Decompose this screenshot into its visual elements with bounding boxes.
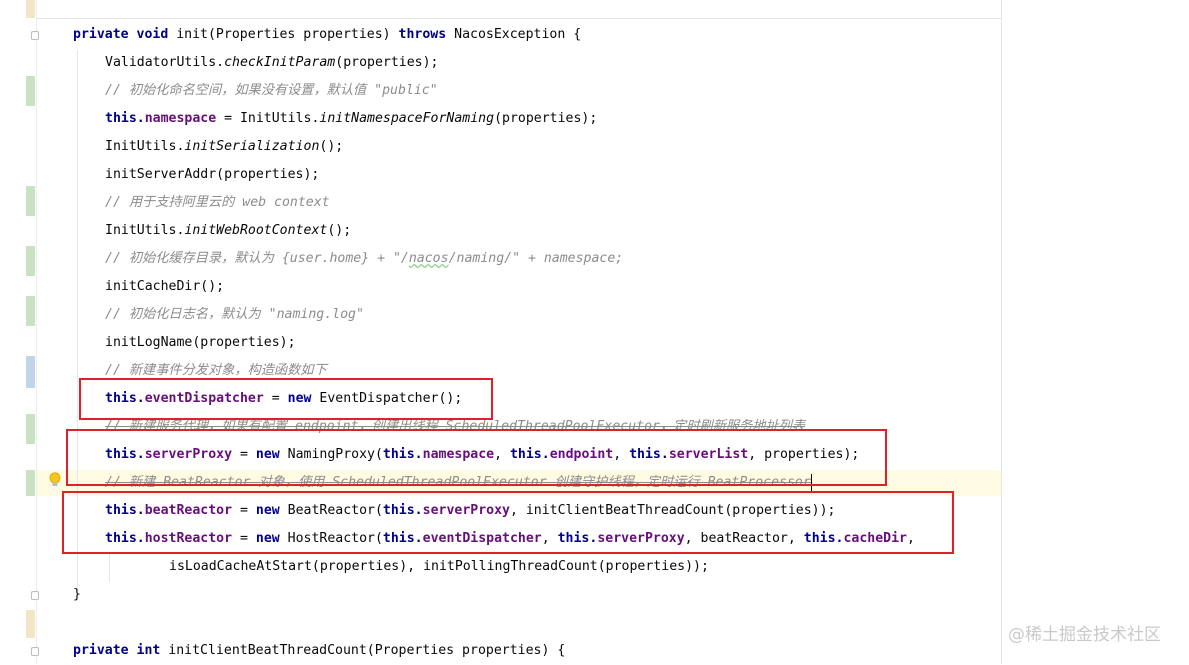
lightbulb-icon[interactable] bbox=[49, 472, 61, 488]
code-line[interactable]: initServerAddr(properties); bbox=[105, 161, 319, 189]
vcs-modified-marker[interactable] bbox=[26, 610, 35, 638]
vcs-changed-marker[interactable] bbox=[26, 356, 35, 388]
code-line[interactable]: private void init(Properties properties)… bbox=[73, 21, 581, 49]
code-line[interactable]: initLogName(properties); bbox=[105, 329, 296, 357]
vcs-added-marker[interactable] bbox=[26, 296, 35, 326]
highlight-box-reactors bbox=[62, 491, 954, 554]
vcs-added-marker[interactable] bbox=[26, 470, 35, 496]
highlight-box-event-dispatcher bbox=[79, 378, 493, 420]
code-line[interactable]: private int initClientBeatThreadCount(Pr… bbox=[73, 637, 565, 665]
watermark-text: @稀土掘金技术社区 bbox=[1008, 625, 1161, 645]
vcs-added-marker[interactable] bbox=[26, 246, 35, 276]
code-line[interactable]: InitUtils.initSerialization(); bbox=[105, 133, 343, 161]
code-line[interactable]: this.namespace = InitUtils.initNamespace… bbox=[105, 105, 597, 133]
indent-guide bbox=[109, 552, 110, 582]
code-line[interactable]: ValidatorUtils.checkInitParam(properties… bbox=[105, 49, 438, 77]
code-comment[interactable]: // 用于支持阿里云的 web context bbox=[105, 189, 330, 217]
vcs-added-marker[interactable] bbox=[26, 414, 35, 444]
editor-right-area bbox=[1002, 0, 1189, 664]
highlight-box-server-proxy bbox=[66, 429, 887, 486]
vcs-added-marker[interactable] bbox=[26, 76, 35, 106]
code-line[interactable]: InitUtils.initWebRootContext(); bbox=[105, 217, 351, 245]
method-separator bbox=[37, 18, 1001, 19]
gutter-divider bbox=[36, 0, 37, 664]
code-line[interactable]: } bbox=[73, 581, 81, 609]
code-line[interactable]: isLoadCacheAtStart(properties), initPoll… bbox=[169, 553, 709, 581]
code-comment[interactable]: // 初始化日志名，默认为 "naming.log" bbox=[105, 301, 364, 329]
code-comment[interactable]: // 初始化缓存目录，默认为 {user.home} + "/nacos/nam… bbox=[105, 245, 623, 273]
vcs-added-marker[interactable] bbox=[26, 186, 35, 216]
code-comment[interactable]: // 初始化命名空间，如果没有设置，默认值 "public" bbox=[105, 77, 438, 105]
code-line[interactable]: initCacheDir(); bbox=[105, 273, 224, 301]
fold-toggle-icon[interactable] bbox=[31, 31, 39, 40]
vcs-modified-marker[interactable] bbox=[26, 0, 35, 18]
fold-toggle-icon[interactable] bbox=[31, 647, 39, 656]
fold-toggle-icon[interactable] bbox=[31, 591, 39, 600]
